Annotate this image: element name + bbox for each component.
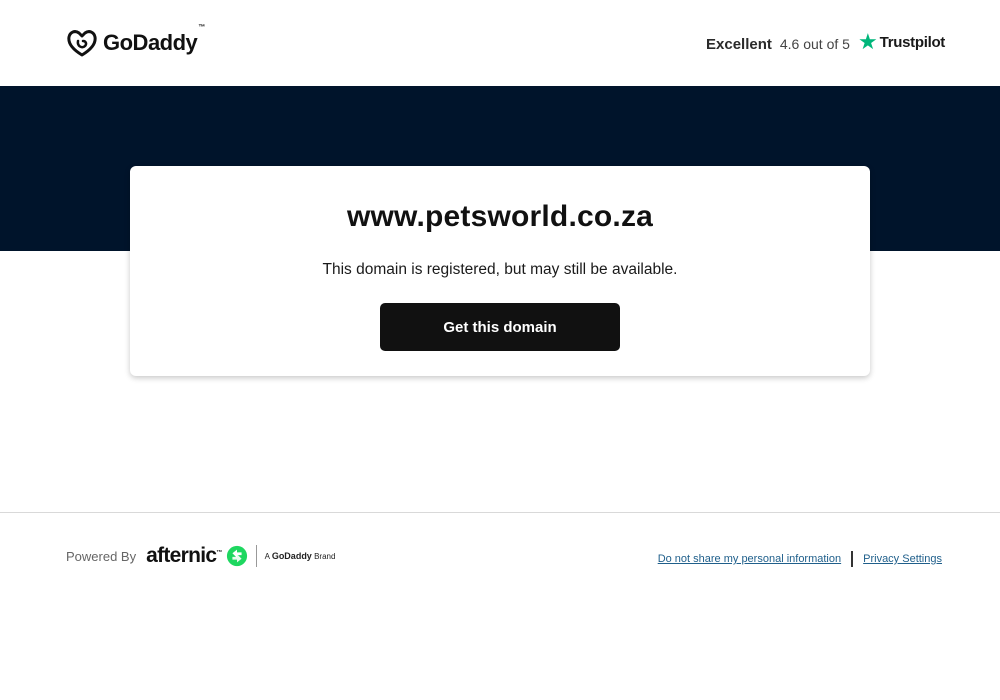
brand-name: GoDaddy (271, 551, 312, 561)
afternic-trademark: ™ (216, 550, 222, 556)
footer-divider (0, 512, 1000, 513)
logo-text: GoDaddy (103, 30, 198, 55)
domain-status-text: This domain is registered, but may still… (322, 261, 678, 278)
brand-suffix: Brand (314, 552, 336, 561)
afternic-logo-text[interactable]: afternic™ (146, 544, 224, 568)
domain-card: www.petsworld.co.za This domain is regis… (130, 166, 870, 376)
rating-label: Excellent (706, 35, 772, 53)
site-header: GoDaddy™ Excellent 4.6 out of 5 ★ Trustp… (0, 0, 1000, 86)
do-not-share-link[interactable]: Do not share my personal information (658, 553, 841, 565)
trustpilot-label: Trustpilot (879, 33, 946, 51)
rating-score: 4.6 out of 5 (779, 36, 850, 52)
privacy-settings-link[interactable]: Privacy Settings (863, 553, 942, 565)
brand-prefix: A (264, 552, 270, 561)
domain-name: www.petsworld.co.za (346, 200, 654, 233)
afternic-arrows-icon (226, 545, 247, 567)
trustpilot-star-icon: ★ (857, 29, 878, 54)
afternic-word: afternic (146, 544, 217, 567)
powered-by: Powered By afternic™ A GoDaddy Brand (66, 542, 335, 570)
logo-trademark: ™ (198, 24, 205, 31)
brand-divider (255, 545, 257, 567)
link-separator (851, 551, 854, 567)
logo-wordmark: GoDaddy™ (103, 24, 205, 56)
godaddy-logo[interactable]: GoDaddy™ (66, 24, 205, 58)
godaddy-logo-icon (67, 30, 97, 57)
footer-links: Do not share my personal information Pri… (658, 550, 942, 568)
trustpilot-rating[interactable]: Excellent 4.6 out of 5 ★ Trustpilot (706, 30, 945, 58)
godaddy-brand-tag: A GoDaddy Brand (265, 551, 336, 561)
get-domain-button[interactable]: Get this domain (380, 303, 620, 351)
powered-by-label: Powered By (66, 548, 137, 564)
